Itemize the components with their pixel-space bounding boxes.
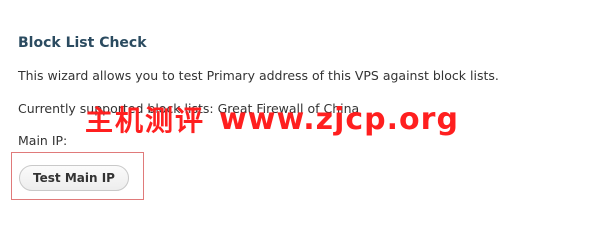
wizard-description: This wizard allows you to test Primary a… — [18, 68, 499, 83]
test-main-ip-button[interactable]: Test Main IP — [19, 165, 129, 191]
watermark: 主机测评 www.zjcp.org — [85, 101, 459, 138]
block-list-check-panel: Block List Check This wizard allows you … — [0, 0, 600, 245]
main-ip-label: Main IP: — [18, 133, 68, 148]
watermark-chinese: 主机测评 — [85, 104, 206, 137]
section-title: Block List Check — [18, 35, 147, 51]
watermark-url: www.zjcp.org — [219, 101, 459, 137]
